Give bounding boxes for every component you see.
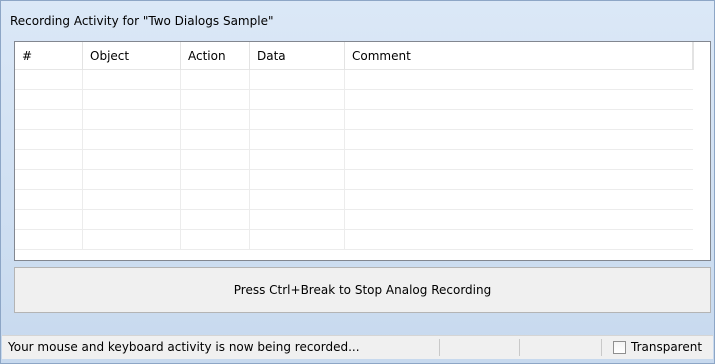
recording-activity-window: Recording Activity for "Two Dialogs Samp… — [0, 0, 715, 364]
status-message: Your mouse and keyboard activity is now … — [8, 340, 360, 354]
transparent-label[interactable]: Transparent — [631, 336, 702, 359]
empty-row — [15, 230, 693, 250]
empty-row — [15, 190, 693, 210]
grid-header: # Object Action Data Comment — [15, 42, 710, 70]
empty-row — [15, 70, 693, 90]
column-header-comment[interactable]: Comment — [345, 42, 693, 70]
stop-recording-message: Press Ctrl+Break to Stop Analog Recordin… — [233, 283, 492, 297]
empty-row — [15, 90, 693, 110]
status-divider — [601, 339, 602, 356]
column-header-number[interactable]: # — [15, 42, 83, 70]
empty-row — [15, 110, 693, 130]
empty-row — [15, 150, 693, 170]
scrollbar-corner — [693, 42, 710, 70]
status-divider — [519, 339, 520, 356]
column-header-action[interactable]: Action — [181, 42, 250, 70]
empty-row — [15, 210, 693, 230]
transparent-checkbox[interactable] — [613, 341, 626, 354]
window-title: Recording Activity for "Two Dialogs Samp… — [10, 14, 274, 28]
stop-recording-panel[interactable]: Press Ctrl+Break to Stop Analog Recordin… — [14, 267, 711, 313]
column-header-object[interactable]: Object — [83, 42, 181, 70]
activity-grid[interactable]: # Object Action Data Comment — [14, 41, 711, 261]
column-header-data[interactable]: Data — [250, 42, 345, 70]
status-bar: Your mouse and keyboard activity is now … — [2, 335, 713, 359]
empty-row — [15, 130, 693, 150]
grid-body[interactable] — [15, 70, 693, 260]
status-divider — [439, 339, 440, 356]
empty-row — [15, 170, 693, 190]
